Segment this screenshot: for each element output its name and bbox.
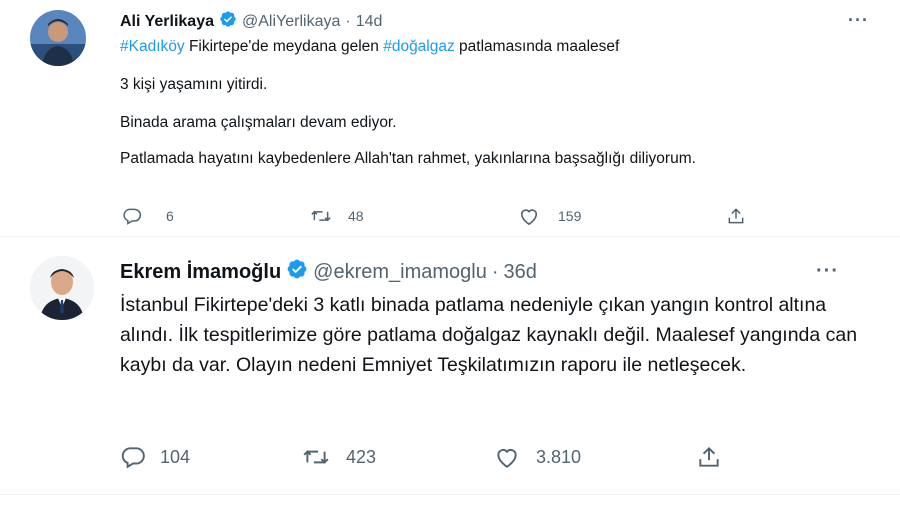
tweet[interactable]: Ekrem İmamoğlu @ekrem_imamoglu · 36d ···…: [0, 248, 900, 498]
hashtag-link[interactable]: #doğalgaz: [383, 38, 455, 55]
share-icon: [726, 206, 746, 226]
tweet-paragraph: Patlamada hayatını kaybedenlere Allah'ta…: [120, 150, 696, 167]
tweet-text: #Kadıköy Fikirtepe'de meydana gelen #doğ…: [120, 36, 860, 170]
separator-dot: ·: [491, 260, 499, 283]
like-button[interactable]: 3.810: [494, 444, 581, 470]
verified-badge-icon: [286, 258, 308, 286]
like-count: 3.810: [536, 446, 582, 467]
reply-count: 104: [160, 446, 191, 467]
tweet-header: Ali Yerlikaya @AliYerlikaya · 14d: [120, 10, 382, 33]
share-button[interactable]: [696, 444, 722, 470]
separator-dot: ·: [345, 12, 351, 30]
retweet-icon: [310, 206, 332, 226]
retweet-button[interactable]: 423: [302, 444, 376, 470]
tweet-text: İstanbul Fikirtepe'deki 3 katlı binada p…: [120, 290, 860, 380]
timestamp[interactable]: 14d: [356, 13, 383, 31]
retweet-count: 423: [346, 446, 377, 467]
more-icon[interactable]: ···: [816, 260, 839, 283]
author-handle[interactable]: @AliYerlikaya: [242, 13, 340, 31]
share-icon: [696, 444, 722, 470]
avatar[interactable]: [30, 10, 86, 66]
retweet-button[interactable]: 48: [310, 206, 364, 226]
hashtag-link[interactable]: #Kadıköy: [120, 38, 185, 55]
reply-icon: [122, 206, 142, 226]
like-button[interactable]: 159: [518, 206, 581, 226]
tweet-divider: [0, 236, 900, 237]
tweet-text-segment: patlamasında maalesef: [454, 38, 620, 55]
tweet-paragraph: 3 kişi yaşamını yitirdi.: [120, 76, 268, 93]
retweet-count: 48: [348, 208, 364, 224]
tweet[interactable]: Ali Yerlikaya @AliYerlikaya · 14d ··· #K…: [0, 0, 900, 236]
share-button[interactable]: [726, 206, 746, 226]
tweet-paragraph: İstanbul Fikirtepe'deki 3 katlı binada p…: [120, 294, 858, 376]
tweet-header: Ekrem İmamoğlu @ekrem_imamoglu · 36d: [120, 258, 537, 286]
reply-count: 6: [166, 208, 174, 224]
timestamp[interactable]: 36d: [504, 261, 537, 284]
reply-button[interactable]: 104: [120, 444, 190, 470]
retweet-icon: [302, 444, 330, 470]
author-name[interactable]: Ekrem İmamoğlu: [120, 261, 281, 284]
verified-badge-icon: [219, 10, 237, 33]
like-count: 159: [558, 208, 582, 224]
more-icon[interactable]: ···: [848, 10, 869, 31]
like-icon: [518, 206, 540, 226]
avatar-image: [30, 10, 86, 66]
avatar[interactable]: [30, 256, 94, 320]
reply-icon: [120, 444, 146, 470]
avatar-image: [30, 256, 94, 320]
tweet-divider: [0, 494, 900, 495]
author-name[interactable]: Ali Yerlikaya: [120, 13, 214, 31]
like-icon: [494, 444, 520, 470]
author-handle[interactable]: @ekrem_imamoglu: [313, 261, 487, 284]
reply-button[interactable]: 6: [122, 206, 174, 226]
tweet-text-segment: Fikirtepe'de meydana gelen: [184, 38, 384, 55]
tweet-paragraph: Binada arama çalışmaları devam ediyor.: [120, 114, 397, 131]
